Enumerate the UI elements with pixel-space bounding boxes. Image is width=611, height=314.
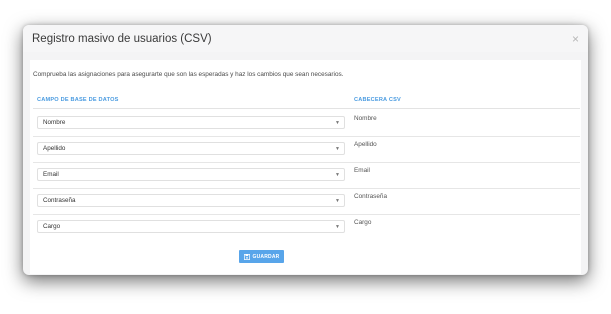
floppy-disk-icon: [243, 253, 250, 260]
field-select-nombre[interactable]: Nombre ▼: [37, 116, 345, 129]
csv-import-modal: Registro masivo de usuarios (CSV) × Comp…: [23, 25, 588, 275]
save-button-label: GUARDAR: [252, 253, 280, 260]
select-value: Cargo: [43, 223, 61, 230]
csv-header-email: Email: [354, 167, 370, 174]
modal-title: Registro masivo de usuarios (CSV): [32, 32, 212, 45]
select-value: Contraseña: [43, 197, 76, 204]
field-select-email[interactable]: Email ▼: [37, 168, 345, 181]
select-value: Email: [43, 171, 59, 178]
row-divider: [33, 162, 580, 163]
field-select-cargo[interactable]: Cargo ▼: [37, 220, 345, 233]
field-select-contrasena[interactable]: Contraseña ▼: [37, 194, 345, 207]
column-header-csv: CABECERA CSV: [354, 97, 401, 103]
row-divider: [33, 136, 580, 137]
column-header-db-field: CAMPO DE BASE DE DATOS: [37, 97, 119, 103]
save-button[interactable]: GUARDAR: [239, 250, 284, 263]
row-divider: [33, 188, 580, 189]
chevron-down-icon: ▼: [335, 198, 340, 204]
csv-header-cargo: Cargo: [354, 219, 372, 226]
csv-header-apellido: Apellido: [354, 141, 377, 148]
header-divider: [33, 108, 580, 109]
chevron-down-icon: ▼: [335, 224, 340, 230]
select-value: Apellido: [43, 145, 66, 152]
chevron-down-icon: ▼: [335, 120, 340, 126]
field-select-apellido[interactable]: Apellido ▼: [37, 142, 345, 155]
chevron-down-icon: ▼: [335, 172, 340, 178]
row-divider: [33, 214, 580, 215]
description-text: Comprueba las asignaciones para asegurar…: [33, 71, 344, 78]
modal-body: Comprueba las asignaciones para asegurar…: [30, 60, 581, 274]
chevron-down-icon: ▼: [335, 146, 340, 152]
csv-header-nombre: Nombre: [354, 115, 377, 122]
close-icon[interactable]: ×: [572, 33, 579, 45]
csv-header-contrasena: Contraseña: [354, 193, 388, 200]
modal-header: Registro masivo de usuarios (CSV) ×: [23, 25, 588, 52]
select-value: Nombre: [43, 119, 66, 126]
